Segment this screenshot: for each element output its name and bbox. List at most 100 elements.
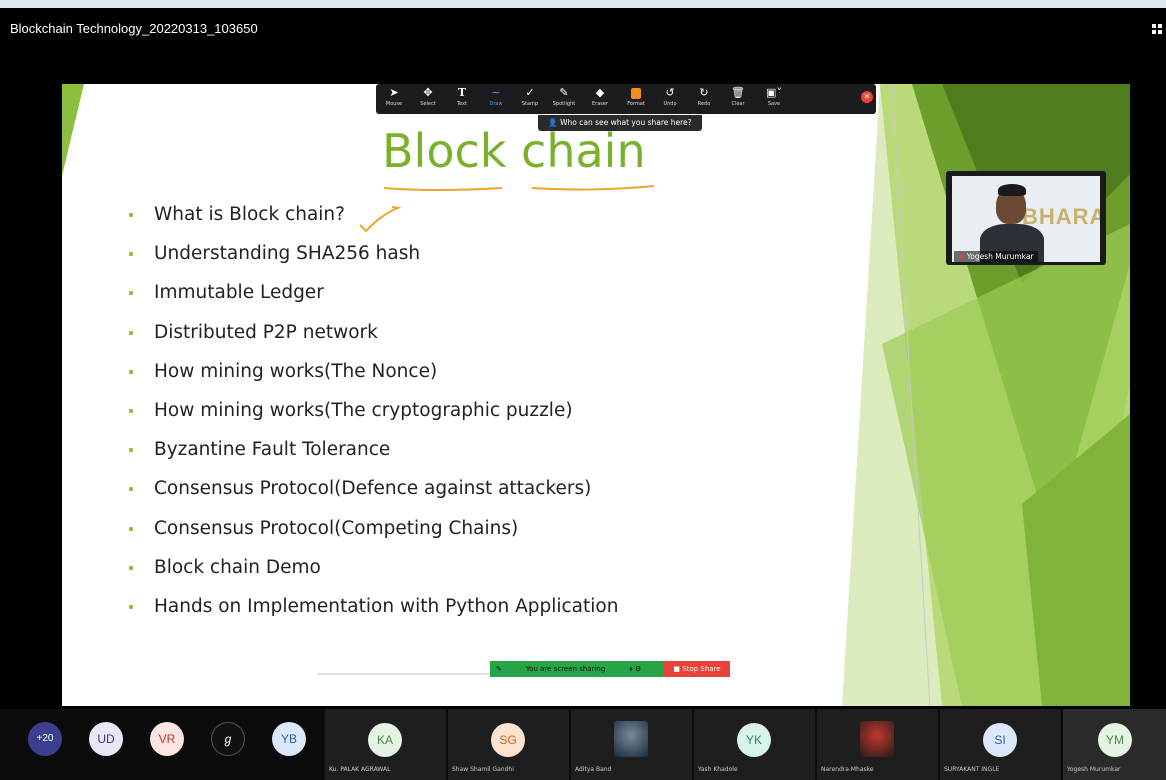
tool-text[interactable]: T Text (444, 86, 480, 114)
presenter-name: Yogesh Murumkar (966, 252, 1034, 261)
bullet-text: Understanding SHA256 hash (154, 243, 421, 265)
participant-name: Ku. PALAK AGRAWAL (329, 766, 391, 773)
sharing-status-text: You are screen sharing (525, 665, 606, 673)
bullet-dot-icon (129, 369, 133, 374)
bullet-dot-icon (129, 604, 133, 609)
participant-initials: YK (737, 723, 771, 757)
more-participants-button[interactable]: +20 (28, 722, 62, 756)
participant-initials: SG (491, 723, 525, 757)
tool-stamp[interactable]: ✓ Stamp (512, 86, 548, 114)
format-icon (618, 86, 654, 100)
participant-initials: YM (1098, 723, 1132, 757)
bullet-text: Immutable Ledger (154, 282, 324, 304)
bullet-item: How mining works(The cryptographic puzzl… (120, 398, 618, 437)
tool-save[interactable]: ▣˅ Save (756, 86, 792, 114)
bullet-list: What is Block chain? Understanding SHA25… (120, 202, 618, 633)
tool-label: Clear (731, 101, 745, 107)
participant-initials: SI (983, 723, 1017, 757)
tool-spotlight[interactable]: ✎ Spotlight (546, 86, 582, 114)
tool-label: Undo (663, 101, 677, 107)
avatar-photo-icon (614, 721, 648, 757)
stop-share-button[interactable]: ■ Stop Share (664, 661, 730, 677)
presenter-hair (998, 184, 1026, 196)
bullet-item: What is Block chain? (120, 202, 618, 241)
tool-label: Save (767, 101, 781, 107)
pointer-icon: ➤ (389, 86, 399, 99)
text-icon: T (457, 86, 467, 99)
bullet-dot-icon (129, 565, 133, 570)
view-grid-icon[interactable] (1152, 24, 1162, 38)
participant-name: Yogesh Murumkar (1067, 766, 1121, 773)
bullet-text: What is Block chain? (154, 204, 345, 225)
title-bar: Blockchain Technology_20220313_103650 (0, 8, 1166, 52)
participant-tile[interactable]: YM Yogesh Murumkar (1063, 709, 1166, 780)
settings-icon[interactable]: ⚙ (635, 665, 641, 673)
tool-select[interactable]: ✥ Select (410, 86, 446, 114)
bullet-item: Immutable Ledger (120, 280, 618, 319)
participant-name: Yash Khadole (698, 766, 738, 773)
participant-tile[interactable]: SG Shaw Shamil Gandhi (448, 709, 569, 780)
stop-icon: ■ (673, 665, 681, 673)
eraser-icon: ◆ (595, 86, 605, 99)
tool-eraser[interactable]: ◆ Eraser (582, 86, 618, 114)
signature-avatar-icon[interactable]: ℊ (211, 722, 245, 756)
mic-muted-icon: ✖ (958, 252, 965, 261)
people-icon: 👤 (548, 118, 558, 127)
avatar-photo-icon (860, 721, 894, 757)
participant-name: SURYAKANT INGLE (944, 766, 1000, 773)
participant-tile[interactable]: SI SURYAKANT INGLE (940, 709, 1061, 780)
bullet-dot-icon (129, 408, 133, 413)
tool-label: Redo (697, 101, 711, 107)
tool-label: Stamp (521, 101, 539, 107)
close-toolbar-button[interactable]: ✕ (861, 91, 873, 103)
tool-draw[interactable]: ∼ Draw (478, 86, 514, 114)
bullet-text: Block chain Demo (154, 556, 321, 578)
checkmark-icon: ✓ (525, 86, 535, 99)
tool-label: Eraser (591, 101, 608, 107)
pause-icon[interactable]: ⏸ (629, 665, 633, 673)
tool-label: Draw (489, 101, 503, 107)
participant-tile[interactable]: KA Ku. PALAK AGRAWAL (325, 709, 446, 780)
annotation-toolbar: ➤ Mouse ✥ Select T Text ∼ Draw ✓ Stamp ✎ Spotl… (376, 84, 876, 114)
redo-icon: ↻ (699, 86, 709, 99)
bullet-text: Hands on Implementation with Python Appl… (154, 595, 619, 617)
tool-undo[interactable]: ↺ Undo (652, 86, 688, 114)
move-icon: ✥ (423, 86, 433, 99)
participant-tile[interactable]: Aditya Band (571, 709, 692, 780)
bullet-dot-icon (129, 330, 133, 335)
who-can-see-text: Who can see what you share here? (560, 118, 692, 127)
close-icon: ✕ (863, 92, 871, 101)
bullet-dot-icon (129, 448, 133, 453)
tool-clear[interactable]: 🗑 Clear (720, 86, 756, 114)
participant-avatar[interactable]: VR (150, 722, 184, 756)
presenter-video[interactable]: BHARAT ✖ Yogesh Murumkar (946, 171, 1106, 265)
tool-label: Mouse (385, 101, 403, 107)
tool-label: Format (627, 101, 645, 107)
bullet-text: How mining works(The Nonce) (154, 360, 438, 382)
who-can-see-banner[interactable]: 👤 Who can see what you share here? (538, 115, 702, 131)
participant-tile[interactable]: Narendra Mhaske (817, 709, 938, 780)
participant-avatar[interactable]: YB (272, 722, 306, 756)
participant-name: Aditya Band (575, 766, 612, 773)
bullet-text: Consensus Protocol(Defence against attac… (154, 478, 592, 500)
participant-tile[interactable]: YK Yash Khadole (694, 709, 815, 780)
bullet-dot-icon (129, 252, 133, 257)
tool-mouse[interactable]: ➤ Mouse (376, 86, 412, 114)
bullet-text: Byzantine Fault Tolerance (154, 439, 391, 461)
tool-label: Spotlight (552, 101, 576, 107)
bullet-dot-icon (129, 291, 133, 296)
draw-icon: ∼ (491, 86, 501, 99)
tool-redo[interactable]: ↻ Redo (686, 86, 722, 114)
participant-name: Shaw Shamil Gandhi (452, 766, 514, 773)
tool-format[interactable]: Format (618, 86, 654, 114)
bullet-item: Consensus Protocol(Competing Chains) (120, 516, 618, 555)
grip-icon: ✎ (496, 665, 502, 673)
window-title: Blockchain Technology_20220313_103650 (10, 21, 258, 36)
tool-label: Select (420, 101, 436, 107)
sharing-status[interactable]: ✎ You are screen sharing ⏸ ⚙ (490, 661, 664, 677)
screen-share-bar: ✎ You are screen sharing ⏸ ⚙ ■ Stop Share (490, 661, 730, 677)
participant-avatar[interactable]: UD (89, 722, 123, 756)
bullet-item: Understanding SHA256 hash (120, 241, 618, 280)
spotlight-icon: ✎ (559, 86, 569, 99)
bullet-text: Distributed P2P network (154, 321, 378, 343)
